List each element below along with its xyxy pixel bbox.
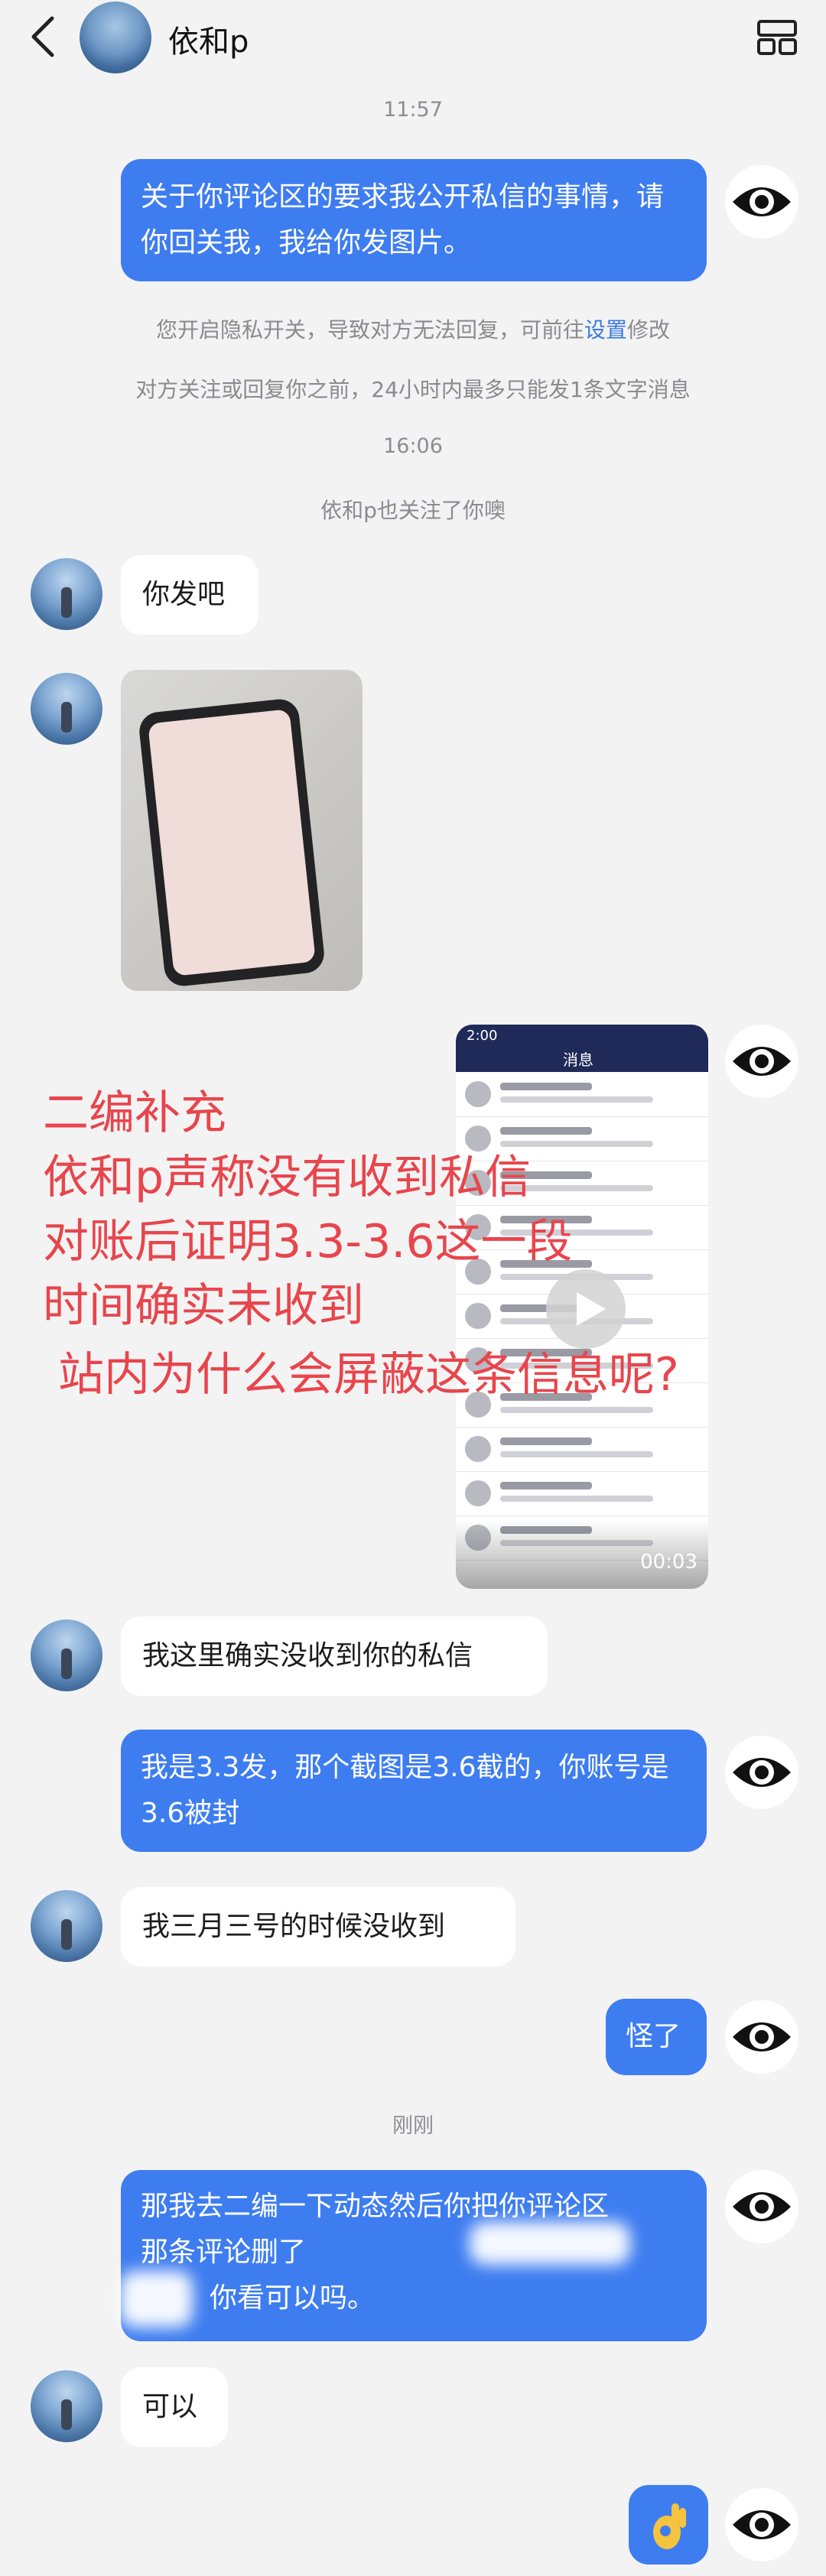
privacy-notice: 您开启隐私开关，导致对方无法回复，可前往设置修改 [0, 313, 826, 344]
my-emoji-bubble[interactable] [629, 2485, 708, 2565]
their-message-bubble[interactable]: 你发吧 [121, 555, 259, 635]
privacy-notice-suffix: 修改 [627, 317, 671, 343]
annotation-line-3: 对账后证明3.3-3.6这一段 [43, 1215, 573, 1269]
contact-avatar[interactable] [31, 1619, 102, 1691]
video-status-time: 2:00 [467, 1028, 498, 1044]
redaction-blur [119, 2271, 193, 2327]
phone-in-photo [137, 697, 327, 988]
privacy-notice-text: 您开启隐私开关，导致对方无法回复，可前往 [155, 317, 584, 343]
follow-notice: 依和p也关注了你噢 [320, 498, 506, 523]
message-limit-notice: 对方关注或回复你之前，24小时内最多只能发1条文字消息 [135, 377, 691, 402]
annotation-line-2: 依和p声称没有收到私信 [43, 1151, 532, 1204]
contact-avatar[interactable] [31, 673, 102, 745]
redaction-blur [470, 2222, 630, 2265]
ok-hand-emoji-icon [653, 2503, 686, 2549]
video-screen-title: 消息 [563, 1051, 593, 1069]
video-app-header: 2:00 消息 [456, 1025, 708, 1072]
eye-icon[interactable] [725, 165, 798, 239]
their-message-bubble[interactable]: 可以 [121, 2367, 228, 2447]
back-arrow-icon[interactable] [26, 14, 60, 60]
my-message-bubble[interactable]: 我是3.3发，那个截图是3.6截的，你账号是3.6被封 [121, 1730, 707, 1852]
video-duration: 00:03 [640, 1551, 698, 1574]
my-message-bubble[interactable]: 怪了 [606, 1999, 707, 2075]
eye-icon[interactable] [725, 2000, 798, 2074]
eye-icon[interactable] [725, 1025, 798, 1098]
contact-avatar[interactable] [31, 1890, 102, 1962]
their-message-bubble[interactable]: 我三月三号的时候没收到 [121, 1887, 515, 1967]
annotation-line-4: 时间确实未收到 [43, 1279, 364, 1333]
chat-menu-icon[interactable] [756, 18, 798, 57]
message-line: 你看可以吗。 [210, 2282, 376, 2314]
play-icon[interactable] [546, 1269, 626, 1349]
eye-icon[interactable] [725, 2170, 798, 2243]
contact-avatar[interactable] [31, 558, 102, 630]
annotation-line-1: 二编补充 [43, 1087, 226, 1140]
my-message-bubble[interactable]: 关于你评论区的要求我公开私信的事情，请你回关我，我给你发图片。 [121, 159, 707, 281]
contact-name: 依和p [168, 24, 249, 60]
eye-icon[interactable] [725, 1736, 798, 1809]
timestamp: 11:57 [383, 98, 443, 122]
settings-link[interactable]: 设置 [584, 317, 627, 343]
timestamp: 刚刚 [392, 2114, 434, 2138]
annotation-line-5: 站内为什么会屏蔽这条信息呢? [58, 1348, 679, 1402]
contact-avatar[interactable] [31, 2370, 102, 2442]
header-avatar[interactable] [80, 2, 151, 73]
eye-icon[interactable] [725, 2488, 798, 2561]
timestamp: 16:06 [383, 434, 443, 458]
their-message-bubble[interactable]: 我这里确实没收到你的私信 [121, 1616, 548, 1696]
phone-photo-image[interactable] [121, 670, 363, 991]
